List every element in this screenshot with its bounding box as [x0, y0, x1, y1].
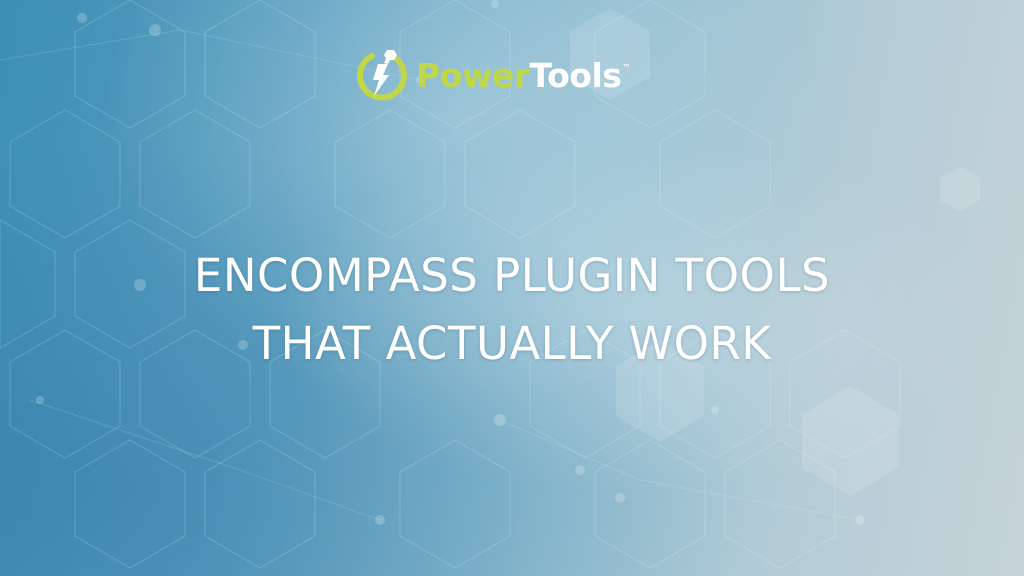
- headline: ENCOMPASS PLUGIN TOOLS THAT ACTUALLY WOR…: [0, 242, 1024, 378]
- logo-word-tools: Tools: [529, 56, 622, 95]
- headline-line-1: ENCOMPASS PLUGIN TOOLS: [193, 249, 831, 303]
- logo-word-power: Power: [416, 56, 530, 95]
- powertools-logo: PowerTools™: [354, 46, 630, 106]
- headline-line-2: THAT ACTUALLY WORK: [252, 317, 772, 371]
- lightning-wrench-icon: [357, 50, 407, 101]
- logo-wordmark: PowerTools™: [416, 46, 630, 106]
- trademark-symbol: ™: [622, 63, 630, 72]
- hero-banner: PowerTools™ ENCOMPASS PLUGIN TOOLS THAT …: [0, 0, 1024, 576]
